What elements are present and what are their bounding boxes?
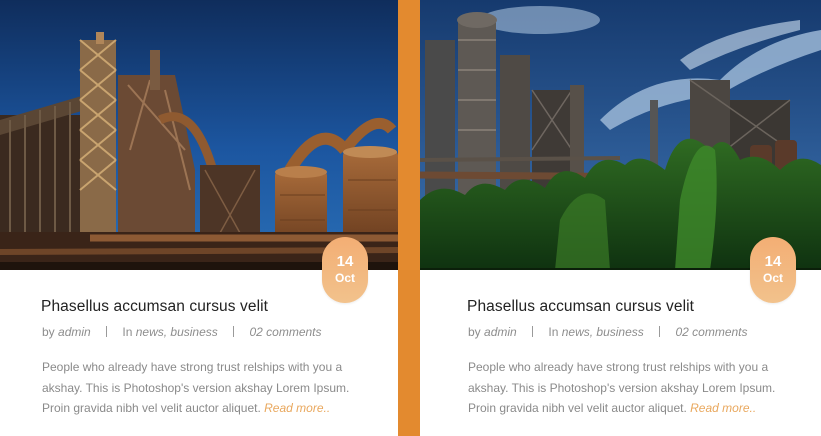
date-day: 14 [336,253,354,270]
read-more-link[interactable]: Read more.. [690,401,756,415]
category-links[interactable]: news, business [562,325,644,339]
category-prefix: In [548,325,562,339]
excerpt-line: People who already have strong trust rel… [468,360,769,374]
excerpt-text: Proin gravida nibh vel velit auctor aliq… [468,401,691,415]
date-day: 14 [764,253,782,270]
author-link[interactable]: admin [58,325,91,339]
excerpt-line: Proin gravida nibh vel velit auctor aliq… [468,398,804,419]
post-excerpt: People who already have strong trust rel… [42,357,378,419]
excerpt-line: akshay. This is Photoshop's version aksh… [468,380,776,395]
excerpt-line: Proin gravida nibh vel velit auctor aliq… [42,398,378,419]
meta-separator [106,326,108,337]
read-more-link[interactable]: Read more.. [264,401,330,415]
excerpt-line: akshay. This is Photoshop's version aksh… [42,380,350,395]
meta-separator [659,326,661,337]
post-title[interactable]: Phasellus accumsan cursus velit [41,298,268,316]
post-excerpt: People who already have strong trust rel… [468,357,804,419]
author-prefix: by [42,325,59,339]
column-divider [398,0,420,436]
author-prefix: by [468,325,485,339]
post-image[interactable] [420,0,821,270]
category-prefix: In [122,325,136,339]
meta-separator [532,326,534,337]
excerpt-text: Proin gravida nibh vel velit auctor aliq… [42,401,265,415]
date-badge: 14 Oct [750,237,796,303]
comments-link[interactable]: 02 comments [675,325,747,339]
author-link[interactable]: admin [484,325,517,339]
meta-separator [233,326,235,337]
post-meta: by admin In news, business 02 comments [468,325,748,339]
post-meta: by admin In news, business 02 comments [42,325,322,339]
comments-link[interactable]: 02 comments [249,325,321,339]
date-badge: 14 Oct [322,237,368,303]
blog-card: 14 Oct Phasellus accumsan cursus velit b… [420,0,821,436]
excerpt-line: People who already have strong trust rel… [42,360,343,374]
post-image[interactable] [0,0,398,270]
post-title[interactable]: Phasellus accumsan cursus velit [467,298,694,316]
category-links[interactable]: news, business [136,325,218,339]
date-month: Oct [334,271,355,285]
date-month: Oct [762,271,783,285]
blog-card: 14 Oct Phasellus accumsan cursus velit b… [0,0,398,436]
